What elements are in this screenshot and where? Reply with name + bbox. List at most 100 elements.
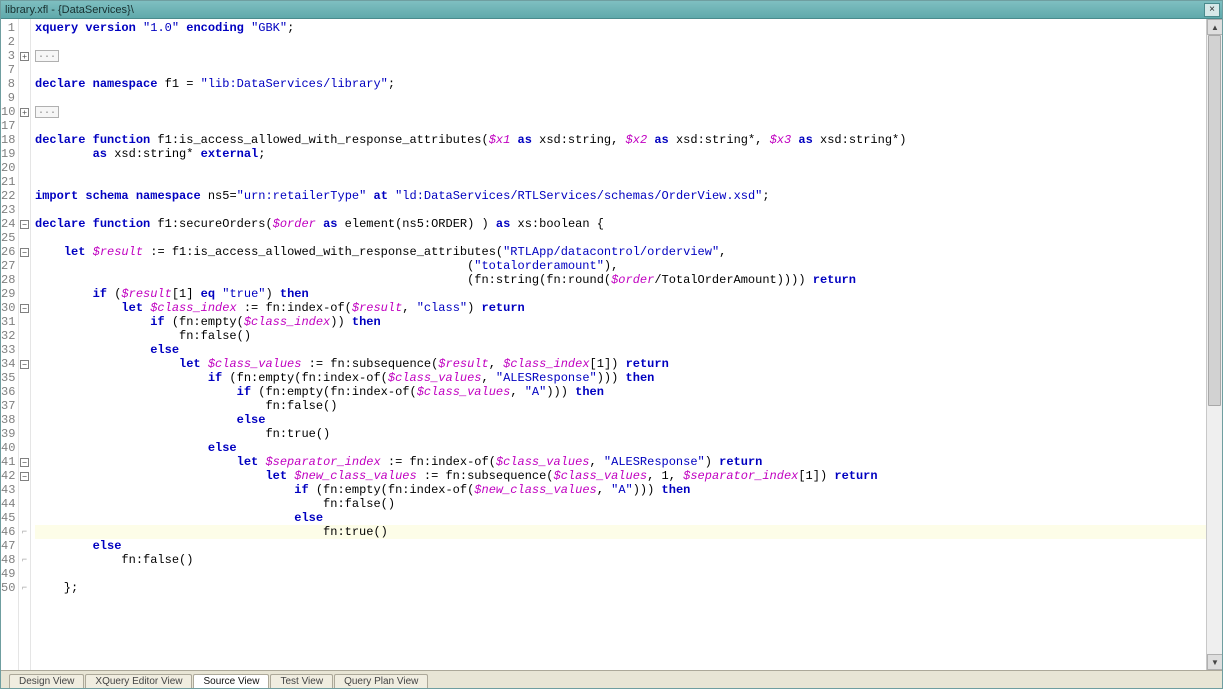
code-line[interactable]: }; (35, 581, 1222, 595)
code-line[interactable]: else (35, 441, 1222, 455)
code-line[interactable]: let $new_class_values := fn:subsequence(… (35, 469, 1222, 483)
code-line[interactable]: if (fn:empty($class_index)) then (35, 315, 1222, 329)
line-number: 41 (1, 455, 15, 469)
line-number: 43 (1, 483, 15, 497)
code-line[interactable]: else (35, 413, 1222, 427)
line-number: 38 (1, 413, 15, 427)
fold-cell (19, 315, 30, 329)
line-number: 28 (1, 273, 15, 287)
line-number: 9 (1, 91, 15, 105)
code-line[interactable]: import schema namespace ns5="urn:retaile… (35, 189, 1222, 203)
line-number: 26 (1, 245, 15, 259)
line-number: 2 (1, 35, 15, 49)
fold-cell (19, 91, 30, 105)
code-line[interactable] (35, 63, 1222, 77)
code-line[interactable]: declare function f1:is_access_allowed_wi… (35, 133, 1222, 147)
line-number: 48 (1, 553, 15, 567)
code-line[interactable]: declare namespace f1 = "lib:DataServices… (35, 77, 1222, 91)
code-line[interactable]: ... (35, 105, 1222, 119)
fold-cell (19, 413, 30, 427)
fold-collapse-icon[interactable]: − (20, 304, 29, 313)
code-line[interactable]: ... (35, 49, 1222, 63)
code-line[interactable]: let $class_index := fn:index-of($result,… (35, 301, 1222, 315)
line-number: 27 (1, 259, 15, 273)
vertical-scrollbar[interactable]: ▲ ▼ (1206, 19, 1222, 670)
close-button[interactable]: × (1204, 3, 1220, 17)
code-line[interactable]: if ($result[1] eq "true") then (35, 287, 1222, 301)
code-line[interactable] (35, 231, 1222, 245)
line-number: 8 (1, 77, 15, 91)
fold-cell (19, 259, 30, 273)
line-number: 3 (1, 49, 15, 63)
scroll-up-arrow[interactable]: ▲ (1207, 19, 1222, 35)
line-number: 25 (1, 231, 15, 245)
code-line[interactable]: (fn:string(fn:round($order/TotalOrderAmo… (35, 273, 1222, 287)
code-line[interactable] (35, 203, 1222, 217)
code-line[interactable] (35, 175, 1222, 189)
code-area[interactable]: xquery version "1.0" encoding "GBK";... d… (31, 19, 1222, 670)
fold-cell (19, 441, 30, 455)
editor-tab[interactable]: Test View (270, 674, 333, 688)
code-line[interactable]: else (35, 511, 1222, 525)
code-line[interactable]: let $separator_index := fn:index-of($cla… (35, 455, 1222, 469)
folded-region-stub[interactable]: ... (35, 106, 59, 118)
code-line[interactable]: xquery version "1.0" encoding "GBK"; (35, 21, 1222, 35)
code-line[interactable]: if (fn:empty(fn:index-of($new_class_valu… (35, 483, 1222, 497)
code-line[interactable]: fn:false() (35, 329, 1222, 343)
code-line[interactable]: if (fn:empty(fn:index-of($class_values, … (35, 385, 1222, 399)
fold-expand-icon[interactable]: + (20, 108, 29, 117)
scroll-down-arrow[interactable]: ▼ (1207, 654, 1222, 670)
code-line[interactable]: let $result := f1:is_access_allowed_with… (35, 245, 1222, 259)
fold-cell (19, 539, 30, 553)
editor-tab[interactable]: Design View (9, 674, 84, 688)
line-number: 33 (1, 343, 15, 357)
fold-collapse-icon[interactable]: − (20, 472, 29, 481)
editor-tab[interactable]: Query Plan View (334, 674, 428, 688)
scroll-thumb[interactable] (1208, 35, 1221, 406)
fold-cell (19, 203, 30, 217)
code-line[interactable]: let $class_values := fn:subsequence($res… (35, 357, 1222, 371)
line-number: 40 (1, 441, 15, 455)
fold-cell (19, 147, 30, 161)
line-number: 22 (1, 189, 15, 203)
code-line[interactable]: fn:false() (35, 399, 1222, 413)
line-number: 34 (1, 357, 15, 371)
line-number: 1 (1, 21, 15, 35)
code-line[interactable] (35, 161, 1222, 175)
editor-tab[interactable]: XQuery Editor View (85, 674, 192, 688)
code-line[interactable]: fn:true() (35, 427, 1222, 441)
window-title: library.xfl - {DataServices}\ (5, 4, 1204, 16)
code-line[interactable] (35, 119, 1222, 133)
line-number: 45 (1, 511, 15, 525)
fold-cell: − (19, 217, 30, 231)
line-number: 20 (1, 161, 15, 175)
folded-region-stub[interactable]: ... (35, 50, 59, 62)
code-line[interactable]: if (fn:empty(fn:index-of($class_values, … (35, 371, 1222, 385)
titlebar[interactable]: library.xfl - {DataServices}\ × (1, 1, 1222, 19)
code-line[interactable]: else (35, 343, 1222, 357)
fold-collapse-icon[interactable]: − (20, 248, 29, 257)
code-line[interactable]: fn:true() (35, 525, 1222, 539)
code-line[interactable]: else (35, 539, 1222, 553)
fold-cell: − (19, 357, 30, 371)
line-number: 17 (1, 119, 15, 133)
editor-tab[interactable]: Source View (193, 674, 269, 688)
fold-expand-icon[interactable]: + (20, 52, 29, 61)
code-line[interactable] (35, 91, 1222, 105)
line-number: 19 (1, 147, 15, 161)
fold-cell: − (19, 245, 30, 259)
fold-collapse-icon[interactable]: − (20, 220, 29, 229)
code-line[interactable]: as xsd:string* external; (35, 147, 1222, 161)
code-line[interactable]: fn:false() (35, 497, 1222, 511)
fold-collapse-icon[interactable]: − (20, 458, 29, 467)
code-line[interactable]: fn:false() (35, 553, 1222, 567)
code-line[interactable] (35, 567, 1222, 581)
editor-window: library.xfl - {DataServices}\ × 12378910… (0, 0, 1223, 689)
scroll-track[interactable] (1207, 35, 1222, 654)
code-line[interactable]: declare function f1:secureOrders($order … (35, 217, 1222, 231)
editor-area: 1237891017181920212223242526272829303132… (1, 19, 1222, 670)
line-number: 18 (1, 133, 15, 147)
fold-collapse-icon[interactable]: − (20, 360, 29, 369)
code-line[interactable] (35, 35, 1222, 49)
code-line[interactable]: ("totalorderamount"), (35, 259, 1222, 273)
